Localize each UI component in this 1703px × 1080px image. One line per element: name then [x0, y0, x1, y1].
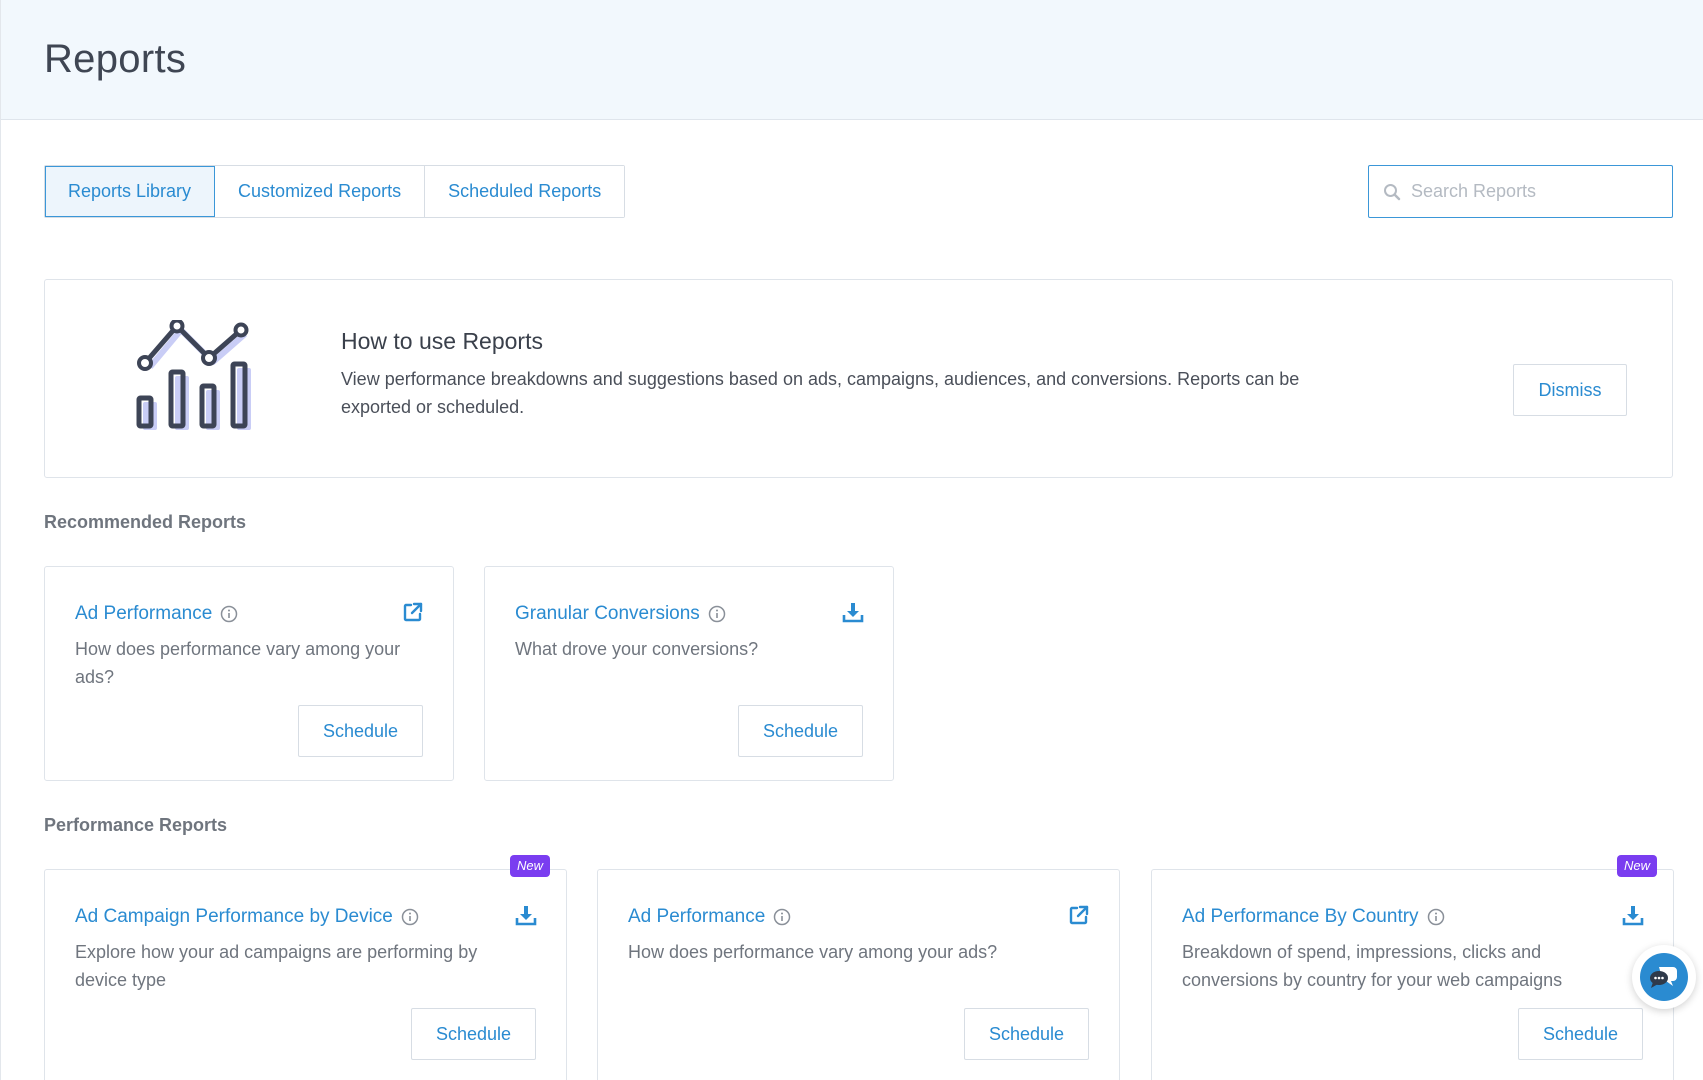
card-title[interactable]: Granular Conversions [515, 603, 700, 625]
tab-scheduled-reports[interactable]: Scheduled Reports [425, 166, 625, 217]
banner-title: How to use Reports [341, 328, 543, 354]
report-card: New Ad Campaign Performance by Device Ex… [44, 855, 567, 1080]
how-to-banner: How to use Reports View performance brea… [44, 279, 1673, 478]
card-title-row: Granular Conversions [515, 603, 726, 625]
card-title[interactable]: Ad Performance [628, 906, 765, 928]
performance-reports-heading: Performance Reports [44, 815, 228, 835]
card-title-row: Ad Performance [628, 906, 791, 928]
schedule-button[interactable]: Schedule [1518, 1008, 1643, 1060]
chat-widget[interactable] [1632, 945, 1696, 1009]
card-description: Breakdown of spend, impressions, clicks … [1182, 942, 1563, 990]
search-box[interactable] [1368, 165, 1673, 218]
chat-icon [1650, 967, 1677, 988]
chart-illustration [133, 318, 263, 440]
page-title: Reports [44, 37, 187, 81]
schedule-button[interactable]: Schedule [738, 705, 863, 757]
report-card: New Ad Performance By Country Breakdown … [1151, 855, 1674, 1080]
download-icon[interactable] [514, 903, 538, 927]
download-icon[interactable] [1621, 903, 1645, 927]
info-icon[interactable] [1427, 908, 1445, 926]
chat-button[interactable] [1640, 953, 1688, 1001]
new-badge: New [509, 855, 550, 877]
card-description: Explore how your ad campaigns are perfor… [75, 942, 478, 990]
schedule-button[interactable]: Schedule [298, 705, 423, 757]
card-description: How does performance vary among your ads… [75, 639, 401, 687]
card-title-row: Ad Campaign Performance by Device [75, 906, 419, 928]
schedule-button[interactable]: Schedule [964, 1008, 1089, 1060]
card-title[interactable]: Ad Performance [75, 603, 212, 625]
card-title-row: Ad Performance By Country [1182, 906, 1445, 928]
external-link-icon[interactable] [1067, 903, 1091, 927]
info-icon[interactable] [401, 908, 419, 926]
download-icon[interactable] [841, 600, 865, 624]
report-card: Ad Performance How does performance vary… [597, 869, 1120, 1080]
card-description: What drove your conversions? [515, 639, 759, 659]
report-card: Granular Conversions What drove your con… [484, 566, 894, 781]
new-badge: New [1616, 855, 1657, 877]
card-title[interactable]: Ad Performance By Country [1182, 906, 1419, 928]
card-title-row: Ad Performance [75, 603, 238, 625]
page-header: Reports [1, 0, 1703, 120]
search-icon [1384, 183, 1401, 200]
banner-description: View performance breakdowns and suggesti… [341, 369, 1300, 417]
info-icon[interactable] [773, 908, 791, 926]
card-description: How does performance vary among your ads… [628, 942, 998, 962]
schedule-button[interactable]: Schedule [411, 1008, 536, 1060]
report-tabs: Reports Library Customized Reports Sched… [44, 165, 626, 218]
info-icon[interactable] [708, 605, 726, 623]
info-icon[interactable] [220, 605, 238, 623]
tabs-row: Reports Library Customized Reports Sched… [44, 165, 1673, 218]
external-link-icon[interactable] [401, 600, 425, 624]
recommended-reports-heading: Recommended Reports [44, 512, 247, 532]
search-input[interactable] [1411, 181, 1661, 202]
tab-customized-reports[interactable]: Customized Reports [215, 166, 426, 217]
tab-reports-library[interactable]: Reports Library [45, 166, 216, 217]
banner-text: How to use Reports View performance brea… [341, 328, 1341, 421]
card-title[interactable]: Ad Campaign Performance by Device [75, 906, 393, 928]
dismiss-button[interactable]: Dismiss [1513, 364, 1627, 416]
report-card: Ad Performance How does performance vary… [44, 566, 454, 781]
